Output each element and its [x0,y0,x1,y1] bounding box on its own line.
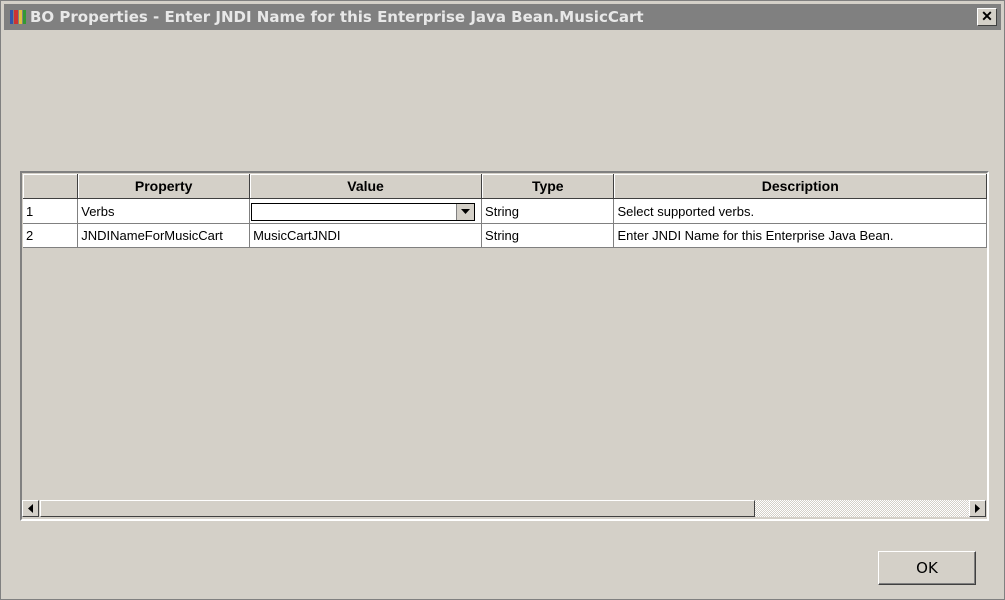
column-header-description[interactable]: Description [613,174,987,199]
table-row[interactable]: 2 JNDINameForMusicCart MusicCartJNDI Str… [23,223,987,248]
arrow-right-icon [975,504,980,513]
horizontal-scrollbar[interactable] [22,500,987,519]
description-cell[interactable]: Enter JNDI Name for this Enterprise Java… [613,223,987,248]
ok-button[interactable]: OK [878,551,976,585]
scrollbar-track[interactable] [755,500,969,517]
column-header-value[interactable]: Value [249,174,483,199]
scroll-left-button[interactable] [22,500,39,517]
scroll-right-button[interactable] [969,500,986,517]
scrollbar-thumb[interactable] [40,500,755,517]
property-cell[interactable]: Verbs [77,198,251,224]
chevron-down-icon [461,209,471,214]
title-bar[interactable]: BO Properties - Enter JNDI Name for this… [4,4,1001,30]
window-title: BO Properties - Enter JNDI Name for this… [30,8,644,26]
row-number[interactable]: 1 [23,198,79,224]
column-header-rownum[interactable] [23,174,79,199]
table-row[interactable]: 1 Verbs String Select supported verbs. [23,198,987,224]
close-icon: ✕ [981,8,993,24]
property-cell[interactable]: JNDINameForMusicCart [77,223,251,248]
properties-dialog: BO Properties - Enter JNDI Name for this… [0,0,1005,600]
properties-grid: Property Value Type Description 1 Verbs [20,171,989,521]
column-header-property[interactable]: Property [77,174,251,199]
value-cell[interactable] [249,198,483,224]
verbs-dropdown[interactable] [251,202,476,221]
dropdown-button[interactable] [456,203,475,220]
grid-header-row: Property Value Type Description [23,174,987,199]
type-cell[interactable]: String [481,198,615,224]
arrow-left-icon [28,504,33,513]
close-button[interactable]: ✕ [977,8,997,26]
column-header-type[interactable]: Type [481,174,615,199]
app-icon [10,10,26,24]
type-cell[interactable]: String [481,223,615,248]
row-number[interactable]: 2 [23,223,79,248]
value-cell[interactable]: MusicCartJNDI [249,223,483,248]
description-cell[interactable]: Select supported verbs. [613,198,987,224]
